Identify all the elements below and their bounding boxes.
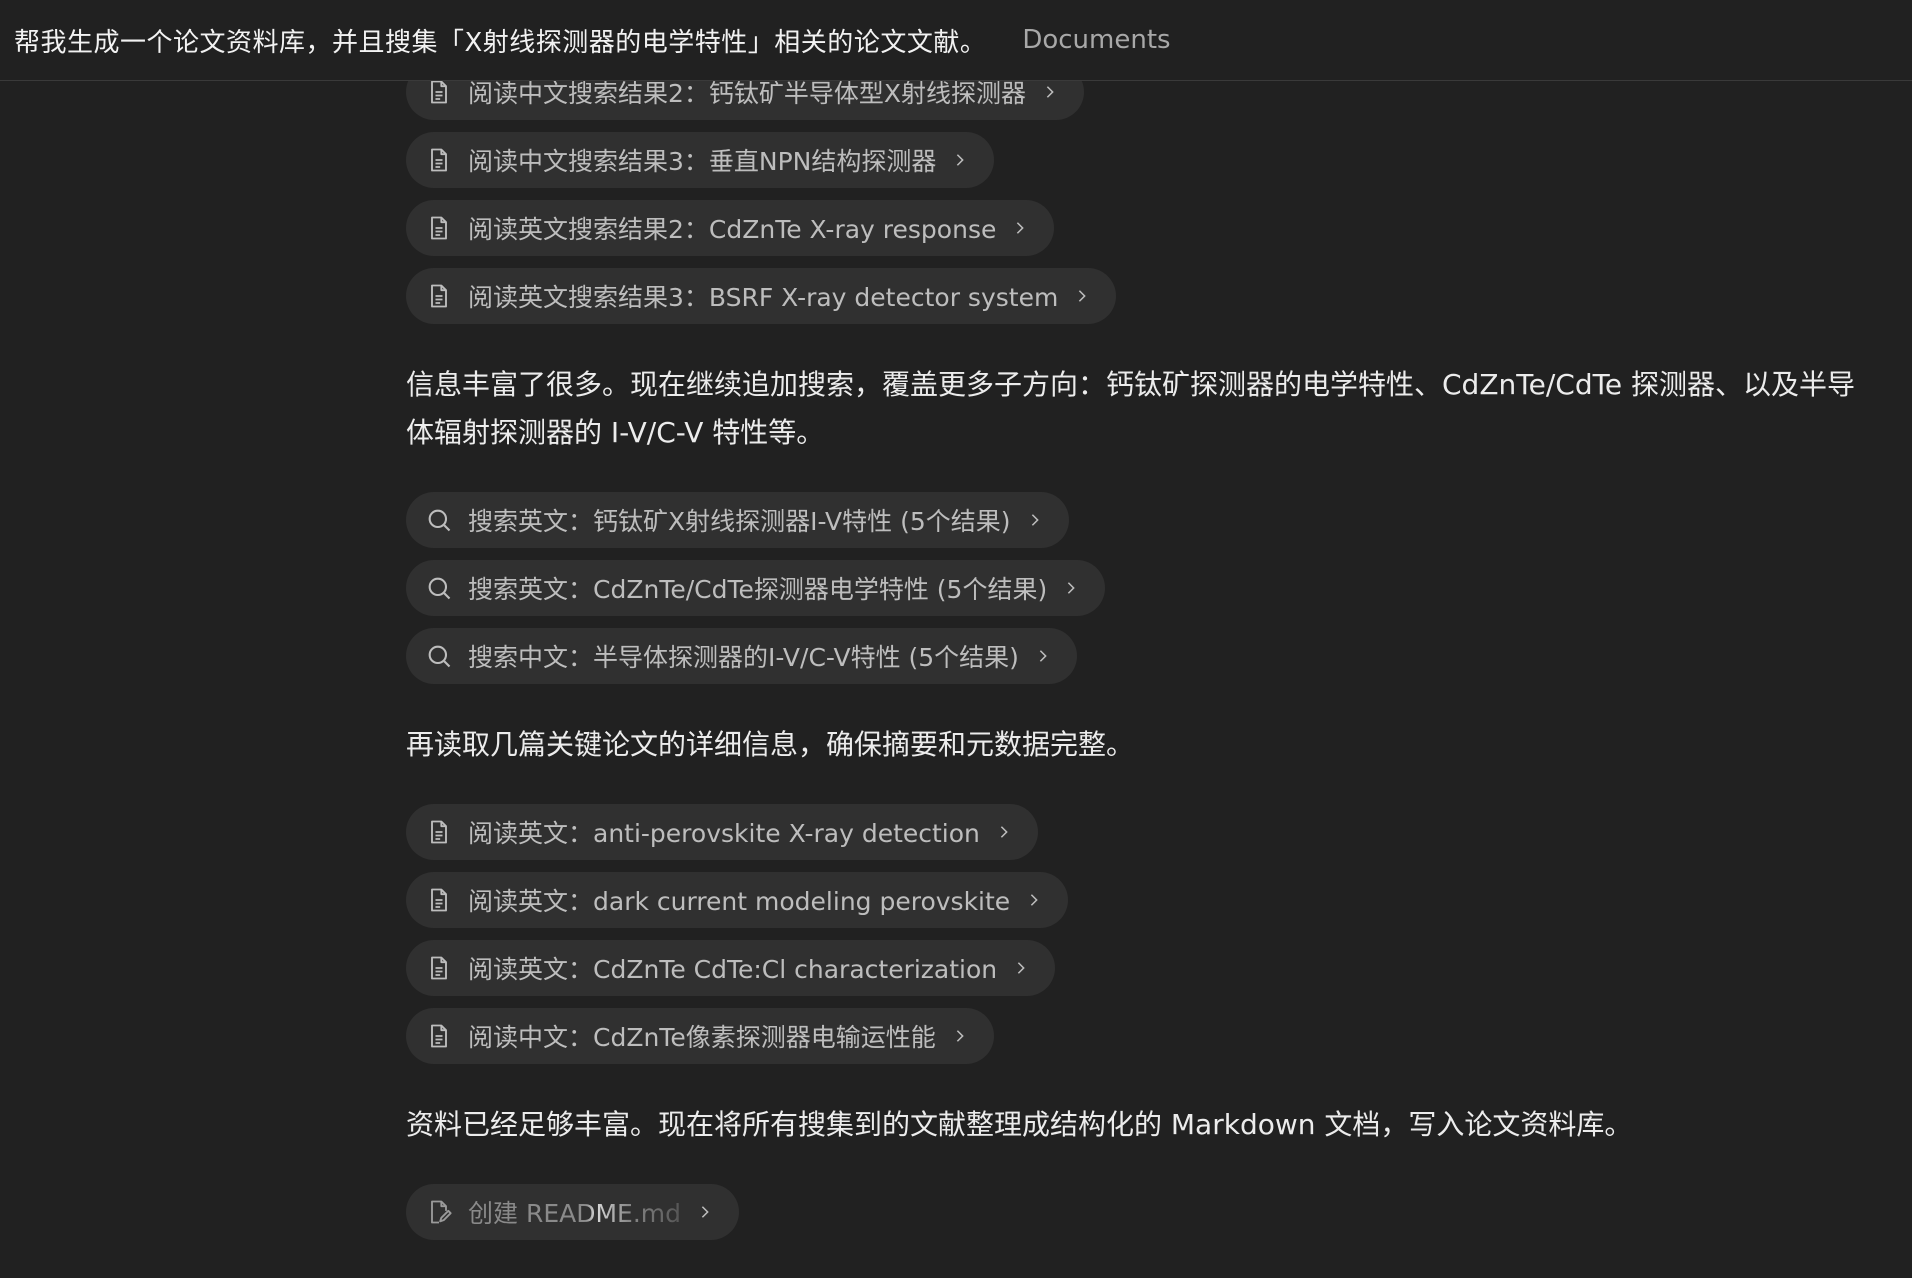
chevron-right-icon	[1026, 892, 1042, 908]
chevron-right-icon	[952, 1028, 968, 1044]
assistant-message: 再读取几篇关键论文的详细信息，确保摘要和元数据完整。	[406, 728, 1135, 761]
step-read-en-cdznte-characterization[interactable]: 阅读英文：CdZnTe CdTe:Cl characterization	[406, 940, 1056, 996]
chevron-right-icon	[996, 824, 1012, 840]
step-label: 搜索英文：CdZnTe/CdTe探测器电学特性 (5个结果)	[468, 575, 1048, 604]
step-label: 搜索英文：钙钛矿X射线探测器I-V特性 (5个结果)	[468, 507, 1011, 536]
step-label: 阅读中文搜索结果3：垂直NPN结构探测器	[468, 147, 937, 176]
step-search-cn-iv-cv[interactable]: 搜索中文：半导体探测器的I-V/C-V特性 (5个结果)	[406, 628, 1077, 684]
step-label: 阅读英文：anti-perovskite X-ray detection	[468, 819, 980, 848]
search-icon	[424, 641, 454, 671]
step-label: 创建 README.md	[468, 1194, 681, 1230]
chevron-right-icon	[1027, 512, 1043, 528]
conversation-title: 帮我生成一个论文资料库，并且搜集「X射线探测器的电学特性」相关的论文文献。	[14, 27, 987, 58]
search-icon	[424, 505, 454, 535]
assistant-message: 信息丰富了很多。现在继续追加搜索，覆盖更多子方向：钙钛矿探测器的电学特性、CdZ…	[406, 368, 1856, 449]
step-create-readme[interactable]: 创建 README.md	[406, 1184, 740, 1240]
step-read-cn-result-3[interactable]: 阅读中文搜索结果3：垂直NPN结构探测器	[406, 132, 995, 188]
step-read-en-anti-perovskite[interactable]: 阅读英文：anti-perovskite X-ray detection	[406, 804, 1038, 860]
chevron-right-icon	[1013, 960, 1029, 976]
step-label: 阅读中文：CdZnTe像素探测器电输运性能	[468, 1023, 936, 1052]
document-icon	[424, 77, 454, 107]
document-icon	[424, 213, 454, 243]
step-label: 阅读英文：CdZnTe CdTe:Cl characterization	[468, 955, 998, 984]
search-icon	[424, 573, 454, 603]
step-read-en-result-3[interactable]: 阅读英文搜索结果3：BSRF X-ray detector system	[406, 268, 1117, 324]
chevron-right-icon	[1042, 84, 1058, 100]
chevron-right-icon	[697, 1204, 713, 1220]
step-read-cn-cdznte-pixel[interactable]: 阅读中文：CdZnTe像素探测器电输运性能	[406, 1008, 994, 1064]
step-read-en-dark-current[interactable]: 阅读英文：dark current modeling perovskite	[406, 872, 1069, 928]
document-icon	[424, 953, 454, 983]
chevron-right-icon	[1035, 648, 1051, 664]
chevron-right-icon	[952, 152, 968, 168]
step-search-en-perovskite[interactable]: 搜索英文：钙钛矿X射线探测器I-V特性 (5个结果)	[406, 492, 1069, 548]
chevron-right-icon	[1074, 288, 1090, 304]
step-label: 阅读英文搜索结果2：CdZnTe X-ray response	[468, 215, 997, 244]
edit-file-icon	[424, 1197, 454, 1227]
chat-transcript: 阅读中文搜索结果2：钙钛矿半导体型X射线探测器 阅读中文搜索结果3：垂直NPN结…	[406, 0, 1876, 1278]
document-icon	[424, 145, 454, 175]
document-icon	[424, 1021, 454, 1051]
document-icon	[424, 817, 454, 847]
breadcrumb-documents[interactable]: Documents	[1022, 25, 1170, 55]
step-read-en-result-2[interactable]: 阅读英文搜索结果2：CdZnTe X-ray response	[406, 200, 1055, 256]
header-bar: 帮我生成一个论文资料库，并且搜集「X射线探测器的电学特性」相关的论文文献。 Do…	[0, 0, 1912, 81]
document-icon	[424, 281, 454, 311]
step-label: 阅读英文：dark current modeling perovskite	[468, 887, 1011, 916]
document-icon	[424, 885, 454, 915]
chevron-right-icon	[1012, 220, 1028, 236]
step-search-en-cdznte[interactable]: 搜索英文：CdZnTe/CdTe探测器电学特性 (5个结果)	[406, 560, 1106, 616]
assistant-message: 资料已经足够丰富。现在将所有搜集到的文献整理成结构化的 Markdown 文档，…	[406, 1108, 1633, 1141]
step-label: 阅读英文搜索结果3：BSRF X-ray detector system	[468, 283, 1059, 312]
chevron-right-icon	[1063, 580, 1079, 596]
step-label: 搜索中文：半导体探测器的I-V/C-V特性 (5个结果)	[468, 643, 1019, 672]
